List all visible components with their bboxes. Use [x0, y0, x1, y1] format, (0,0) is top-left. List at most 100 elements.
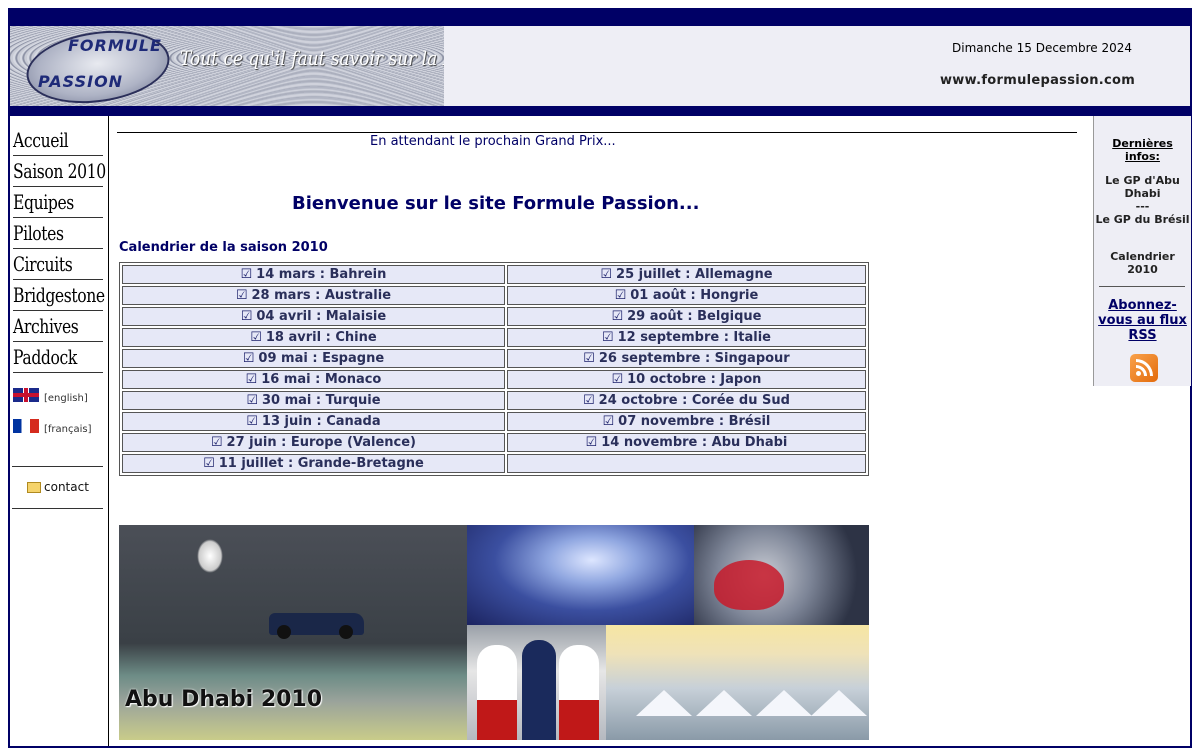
nav-divider	[13, 186, 103, 187]
nav-divider	[12, 466, 103, 467]
mail-icon[interactable]	[27, 482, 41, 493]
checkbox-icon: ☑	[583, 351, 595, 366]
race-date: 24 octobre : Corée du Sud	[598, 393, 790, 408]
nav-equipes[interactable]: Equipes	[13, 190, 74, 214]
checkbox-icon: ☑	[583, 393, 595, 408]
calendar-row: ☑ 11 juillet : Grande-Bretagne	[122, 454, 866, 473]
calendar-row: ☑ 14 mars : Bahrein ☑ 25 juillet : Allemagn…	[122, 265, 866, 284]
nav-pilotes[interactable]: Pilotes	[13, 221, 64, 245]
uk-flag-icon[interactable]	[13, 388, 39, 402]
race-car	[269, 613, 364, 639]
photo-collage[interactable]: Abu Dhabi 2010	[119, 525, 869, 740]
calendar-row: ☑ 28 mars : Australie ☑ 01 août : Hongrie	[122, 286, 866, 305]
calendar-cell: ☑ 12 septembre : Italie	[506, 328, 866, 347]
calendar-cell: ☑ 29 août : Belgique	[506, 307, 866, 326]
left-nav: Accueil Saison 2010 Equipes Pilotes Circ…	[10, 116, 109, 746]
nav-divider	[13, 248, 103, 249]
nav-divider	[13, 155, 103, 156]
tent-roof	[696, 690, 752, 716]
calendar-title: Calendrier de la saison 2010	[119, 240, 328, 255]
race-date: 16 mai : Monaco	[261, 372, 382, 387]
race-date: 18 avril : Chine	[265, 330, 377, 345]
photo-podium[interactable]	[467, 625, 606, 740]
race-date: 13 juin : Canada	[261, 414, 381, 429]
gp-abu-dhabi-link[interactable]: Le GP d'Abu Dhabi	[1094, 174, 1191, 200]
race-date: 07 novembre : Brésil	[618, 414, 771, 429]
checkbox-icon: ☑	[602, 414, 615, 429]
sidebar-divider	[1099, 286, 1185, 287]
race-date: 30 mai : Turquie	[261, 393, 381, 408]
nav-circuits[interactable]: Circuits	[13, 252, 73, 276]
nav-divider	[13, 310, 103, 311]
logo-text-bottom: PASSION	[38, 72, 124, 91]
lang-english-link[interactable]: [english]	[44, 393, 88, 404]
driver	[522, 640, 556, 740]
race-date: 25 juillet : Allemagne	[616, 267, 773, 282]
checkbox-icon: ☑	[235, 288, 248, 303]
calendar-row: ☑ 30 mai : Turquie ☑ 24 octobre : Corée du …	[122, 391, 866, 410]
tent-roof	[811, 690, 867, 716]
calendar-row: ☑ 27 juin : Europe (Valence) ☑ 14 novembre …	[122, 433, 866, 452]
calendar-cell: ☑ 14 mars : Bahrein	[122, 265, 505, 284]
checkbox-icon: ☑	[600, 267, 613, 282]
checkbox-icon: ☑	[611, 309, 624, 324]
rss-subscribe-link[interactable]: Abonnez-vous au flux RSS	[1094, 298, 1191, 343]
photo-circuit-aerial[interactable]	[606, 625, 869, 740]
nav-accueil[interactable]: Accueil	[13, 128, 69, 152]
race-date: 09 mai : Espagne	[258, 351, 385, 366]
checkbox-icon: ☑	[240, 309, 253, 324]
race-date: 26 septembre : Singapour	[598, 351, 790, 366]
lang-french-link[interactable]: [français]	[44, 424, 92, 435]
current-date: Dimanche 15 Decembre 2024	[952, 41, 1133, 55]
calendar-row: ☑ 18 avril : Chine ☑ 12 septembre : Italie	[122, 328, 866, 347]
nav-divider	[13, 279, 103, 280]
calendar-cell: ☑ 25 juillet : Allemagne	[506, 265, 866, 284]
site-banner[interactable]: FORMULE PASSION Tout ce qu'il faut savoi…	[10, 26, 444, 106]
calendar-cell	[506, 454, 866, 473]
welcome-heading: Bienvenue sur le site Formule Passion...	[292, 193, 700, 214]
nav-saison-2010[interactable]: Saison 2010	[13, 159, 106, 183]
france-flag-icon[interactable]	[13, 419, 39, 433]
photo-yas-hotel[interactable]	[467, 525, 694, 625]
calendar-link[interactable]: Calendrier 2010	[1094, 250, 1191, 276]
photo-abu-dhabi-night-race[interactable]: Abu Dhabi 2010	[119, 525, 467, 740]
calendar-cell: ☑ 18 avril : Chine	[122, 328, 505, 347]
nav-divider	[13, 372, 103, 373]
race-date: 04 avril : Malaisie	[256, 309, 387, 324]
checkbox-icon: ☑	[611, 372, 624, 387]
rss-icon[interactable]	[1130, 354, 1158, 382]
tent-roof	[636, 690, 692, 716]
logo-text-top: FORMULE	[68, 36, 162, 55]
calendar-cell: ☑ 16 mai : Monaco	[122, 370, 505, 389]
calendar-cell: ☑ 10 octobre : Japon	[506, 370, 866, 389]
tent-roof	[756, 690, 812, 716]
contact-link[interactable]: contact	[44, 480, 89, 494]
calendar-cell: ☑ 27 juin : Europe (Valence)	[122, 433, 505, 452]
checkbox-icon: ☑	[210, 435, 223, 450]
news-separator: ---	[1135, 200, 1150, 213]
race-date: 14 novembre : Abu Dhabi	[601, 435, 788, 450]
helmet	[714, 560, 784, 610]
nav-paddock[interactable]: Paddock	[13, 345, 77, 369]
nav-bridgestone[interactable]: Bridgestone	[13, 283, 105, 307]
checkbox-icon: ☑	[614, 288, 627, 303]
nav-divider	[12, 508, 103, 509]
right-sidebar: Dernières infos: Le GP d'Abu Dhabi --- L…	[1093, 116, 1191, 386]
calendar-row: ☑ 09 mai : Espagne ☑ 26 septembre : Singapo…	[122, 349, 866, 368]
race-date: 11 juillet : Grande-Bretagne	[218, 456, 424, 471]
checkbox-icon: ☑	[240, 267, 253, 282]
race-date: 29 août : Belgique	[627, 309, 762, 324]
photo-cockpit[interactable]	[694, 525, 869, 625]
gp-bresil-link[interactable]: Le GP du Brésil	[1094, 213, 1191, 226]
checkbox-icon: ☑	[246, 393, 258, 408]
nav-archives[interactable]: Archives	[13, 314, 79, 338]
calendar-row: ☑ 04 avril : Malaisie ☑ 29 août : Belgique	[122, 307, 866, 326]
next-gp-text: En attendant le prochain Grand Prix...	[370, 134, 616, 149]
checkbox-icon: ☑	[203, 456, 215, 471]
calendar-cell: ☑ 11 juillet : Grande-Bretagne	[122, 454, 505, 473]
driver	[477, 645, 517, 740]
tagline: Tout ce qu'il faut savoir sur la F1...	[180, 46, 444, 70]
checkbox-icon: ☑	[250, 330, 262, 345]
race-date: 28 mars : Australie	[251, 288, 392, 303]
floodlight	[197, 539, 223, 573]
